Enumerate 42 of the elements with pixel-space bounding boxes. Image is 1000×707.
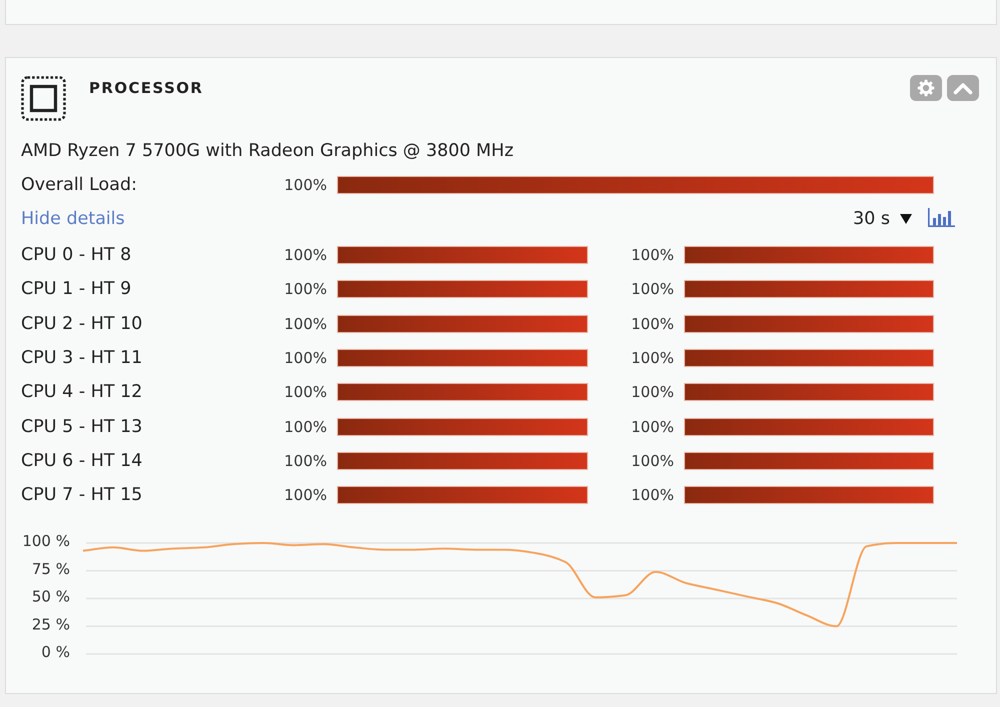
cpu-core-label: CPU 1 - HT 9	[21, 279, 132, 300]
load-percent: 100%	[284, 486, 327, 504]
cpu-core-label: CPU 4 - HT 12	[21, 382, 142, 402]
y-axis-label: 25 %	[32, 615, 70, 634]
y-axis-label: 75 %	[32, 560, 70, 578]
collapse-button[interactable]	[947, 75, 979, 101]
y-axis-label: 0 %	[41, 642, 70, 661]
interval-dropdown[interactable]: 30 s	[853, 209, 912, 229]
load-percent: 100%	[284, 452, 327, 470]
load-percent: 100%	[284, 418, 327, 436]
load-percent: 100%	[631, 246, 674, 264]
cpu-core-label: CPU 5 - HT 13	[21, 416, 142, 437]
processor-model: AMD Ryzen 7 5700G with Radeon Graphics @ 3800 MHz	[21, 141, 514, 161]
cpu-core-label: CPU 6 - HT 14	[21, 450, 142, 471]
load-percent: 100%	[284, 280, 327, 298]
load-percent: 100%	[284, 176, 327, 194]
cpu-core-label: CPU 3 - HT 11	[21, 348, 142, 368]
load-percent: 100%	[284, 349, 327, 368]
bar-chart-icon[interactable]	[928, 208, 955, 227]
load-percent: 100%	[631, 383, 674, 402]
caret-icon	[900, 214, 912, 224]
chevron-up-icon	[953, 82, 973, 94]
cpu-core-label: CPU 2 - HT 10	[21, 314, 142, 334]
load-percent: 100%	[284, 314, 327, 333]
y-axis-label: 50 %	[32, 587, 70, 606]
cpu-core-label: CPU 7 - HT 15	[21, 485, 142, 506]
processor-icon	[21, 76, 66, 121]
load-percent: 100%	[631, 486, 674, 504]
cpu-core-label: CPU 0 - HT 8	[21, 245, 132, 266]
load-percent: 100%	[631, 349, 674, 368]
load-percent: 100%	[631, 452, 674, 470]
load-percent: 100%	[631, 280, 674, 298]
settings-button[interactable]	[910, 75, 942, 101]
load-percent: 100%	[631, 418, 674, 436]
load-percent: 100%	[284, 383, 327, 402]
hide-details-link[interactable]: Hide details	[21, 209, 125, 229]
settings-icon	[917, 79, 935, 97]
load-percent: 100%	[284, 246, 327, 264]
y-axis-label: 100 %	[22, 532, 70, 550]
panel-title: PROCESSOR	[89, 79, 204, 97]
overall-load-label: Overall Load:	[21, 175, 137, 195]
load-percent: 100%	[631, 314, 674, 333]
